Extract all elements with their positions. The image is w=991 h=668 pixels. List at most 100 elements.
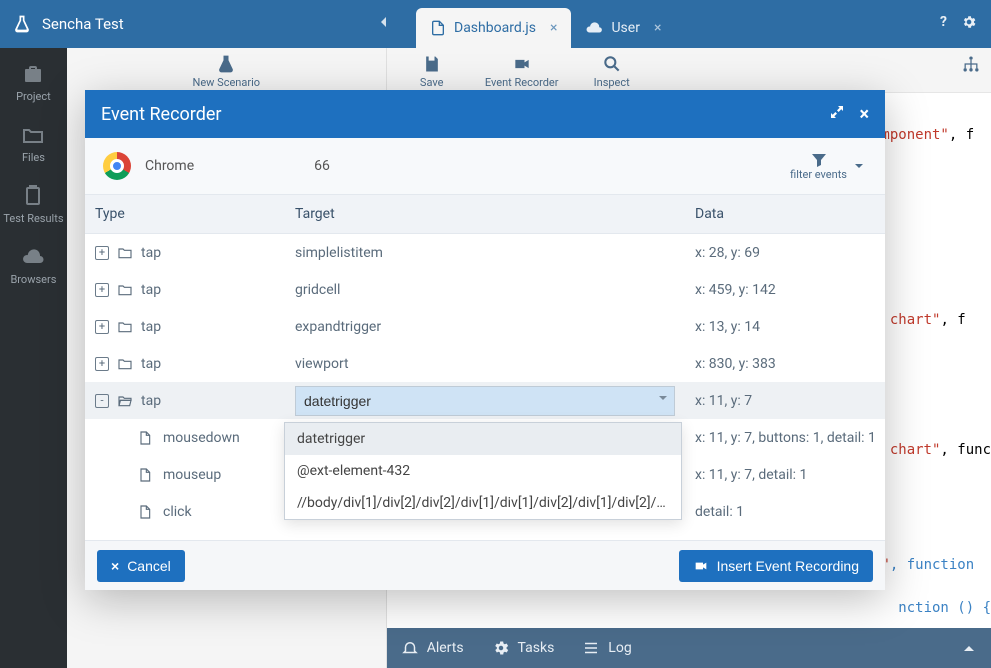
camera-icon (693, 558, 709, 574)
dialog-title: Event Recorder (101, 104, 222, 125)
close-icon: × (111, 558, 119, 574)
status-label: Tasks (518, 640, 555, 656)
tab-label: User (611, 20, 639, 36)
event-data: x: 11, y: 7 (685, 393, 885, 409)
button-label: Cancel (127, 558, 171, 574)
event-type: tap (141, 282, 161, 298)
button-label: Save (420, 76, 444, 89)
status-label: Log (608, 640, 631, 656)
nav-test-results[interactable]: Test Results (3, 184, 63, 225)
code-text: nction () { (898, 600, 991, 616)
event-row[interactable]: +tap viewport x: 830, y: 383 (85, 345, 885, 382)
code-text: , func (940, 442, 991, 458)
status-log[interactable]: Log (582, 639, 631, 657)
insert-recording-button[interactable]: Insert Event Recording (679, 550, 873, 582)
event-target: gridcell (285, 282, 685, 298)
new-scenario-button[interactable]: New Scenario (176, 54, 276, 89)
tree-icon (961, 54, 981, 74)
hierarchy-button[interactable] (951, 54, 991, 74)
button-label: Inspect (594, 76, 630, 89)
app-brand[interactable]: Sencha Test (0, 14, 400, 34)
button-label: Insert Event Recording (717, 558, 859, 574)
expand-icon[interactable]: + (95, 246, 109, 260)
event-row[interactable]: +tap simplelistitem x: 28, y: 69 (85, 234, 885, 271)
event-target: simplelistitem (285, 245, 685, 261)
code-text: chart" (881, 312, 940, 328)
col-data[interactable]: Data (685, 206, 885, 222)
help-icon[interactable]: ? (940, 14, 947, 34)
grid-header: Type Target Data (85, 194, 885, 234)
folder-icon (117, 282, 133, 298)
file-icon (137, 467, 153, 483)
gear-icon[interactable] (961, 14, 977, 34)
activity-bar: Project Files Test Results Browsers (0, 48, 67, 668)
button-label: Event Recorder (485, 76, 559, 89)
event-row[interactable]: - tap x: 11, y: 7 (85, 382, 885, 419)
collapse-left-icon[interactable] (376, 14, 400, 34)
tab-label: Dashboard.js (454, 20, 536, 36)
event-type: tap (141, 319, 161, 335)
browser-selector[interactable]: Chrome (103, 152, 194, 180)
nav-project[interactable]: Project (16, 62, 51, 103)
status-collapse[interactable] (961, 640, 977, 656)
code-text: mponent" (881, 127, 948, 143)
folder-open-icon (21, 123, 45, 147)
collapse-icon[interactable]: - (95, 394, 109, 408)
nav-files[interactable]: Files (21, 123, 45, 164)
save-icon (422, 54, 442, 74)
code-text: , f (949, 127, 974, 143)
file-icon (137, 504, 153, 520)
expand-icon[interactable]: + (95, 283, 109, 297)
dialog-header: Event Recorder × (85, 90, 885, 138)
event-type: tap (141, 356, 161, 372)
nav-label: Browsers (10, 273, 56, 286)
folder-open-icon (117, 393, 133, 409)
event-recorder-button[interactable]: Event Recorder (477, 54, 567, 89)
editor-tabs: Dashboard.js × User × (416, 0, 675, 48)
event-type: tap (141, 393, 161, 409)
file-icon (137, 430, 153, 446)
combobox-option[interactable]: datetrigger (285, 423, 681, 455)
status-tasks[interactable]: Tasks (492, 639, 555, 657)
inspect-button[interactable]: Inspect (567, 54, 657, 89)
browser-version: 66 (314, 158, 330, 174)
js-file-icon (430, 20, 446, 36)
chevron-down-icon (851, 158, 867, 177)
expand-icon[interactable]: + (95, 320, 109, 334)
event-data: x: 459, y: 142 (685, 282, 885, 298)
chrome-icon (103, 152, 131, 180)
event-target: viewport (285, 356, 685, 372)
combobox-option[interactable]: @ext-element-432 (285, 455, 681, 487)
col-type[interactable]: Type (85, 206, 285, 222)
list-icon (582, 639, 600, 657)
nav-browsers[interactable]: Browsers (10, 245, 56, 286)
status-bar: Alerts Tasks Log (387, 628, 991, 668)
funnel-icon (811, 152, 827, 168)
code-text: , f (940, 312, 965, 328)
gear-icon (492, 639, 510, 657)
status-alerts[interactable]: Alerts (401, 639, 464, 657)
expand-icon[interactable]: + (95, 357, 109, 371)
browser-name: Chrome (145, 158, 194, 174)
col-target[interactable]: Target (285, 206, 685, 222)
event-data: detail: 1 (685, 504, 885, 520)
target-combobox-input[interactable] (295, 386, 675, 416)
close-icon[interactable]: × (550, 20, 557, 36)
event-type: mouseup (163, 467, 221, 483)
bell-icon (401, 639, 419, 657)
tab-user[interactable]: User × (571, 8, 675, 48)
camera-icon (512, 54, 532, 74)
tab-dashboard-js[interactable]: Dashboard.js × (416, 8, 571, 48)
save-button[interactable]: Save (387, 54, 477, 89)
chevron-down-icon[interactable] (655, 390, 671, 410)
event-row[interactable]: + tap gridcell x: 459, y: 142 (85, 271, 885, 308)
briefcase-icon (21, 62, 45, 86)
cancel-button[interactable]: × Cancel (97, 550, 185, 582)
folder-icon (117, 245, 133, 261)
filter-events-button[interactable]: filter events (790, 152, 867, 181)
close-icon[interactable]: × (859, 104, 869, 125)
maximize-icon[interactable] (829, 104, 845, 125)
event-row[interactable]: +tap expandtrigger x: 13, y: 14 (85, 308, 885, 345)
combobox-option[interactable]: //body/div[1]/div[2]/div[2]/div[1]/div[1… (285, 487, 681, 519)
close-icon[interactable]: × (654, 20, 661, 36)
